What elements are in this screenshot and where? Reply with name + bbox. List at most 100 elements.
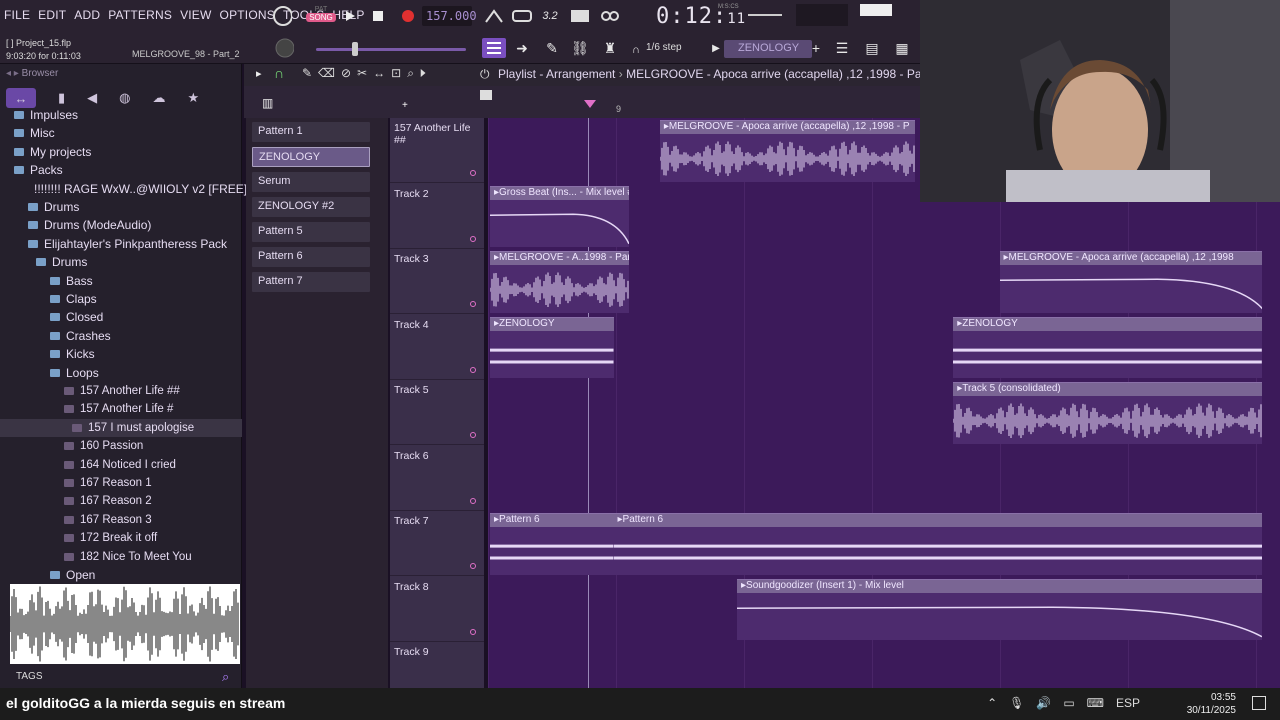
browser-folder-item[interactable]: Drums <box>0 198 242 216</box>
audio-clip[interactable]: ▸Track 5 (consolidated) <box>953 382 1262 444</box>
browser-file-item[interactable]: 182 Nice To Meet You <box>0 548 242 566</box>
volume-icon[interactable]: 🔊 <box>1036 696 1051 710</box>
pattern-picker-item[interactable]: ZENOLOGY <box>252 147 370 167</box>
track-header[interactable]: 157 Another Life ## <box>390 118 484 183</box>
browser-folder-item[interactable]: Packs <box>0 161 242 179</box>
snap-icon[interactable]: ∩ <box>274 65 284 81</box>
track-header[interactable]: Track 5 <box>390 380 484 445</box>
playhead-marker-icon[interactable] <box>584 100 596 108</box>
language-indicator[interactable]: ESP <box>1116 696 1140 710</box>
notifications-icon[interactable] <box>1252 696 1266 710</box>
playlist-grid[interactable]: ▸MELGROOVE - Apoca arrive (accapella) ,1… <box>488 118 1280 688</box>
countdown-icon[interactable]: 3.2 <box>540 6 560 26</box>
auto-clip[interactable]: ▸MELGROOVE - Apoca arrive (accapella) ,1… <box>999 251 1262 313</box>
pat-mode-icon[interactable] <box>480 90 492 100</box>
menu-add[interactable]: ADD <box>74 8 100 22</box>
track-header[interactable]: Track 6 <box>390 446 484 511</box>
tempo-display[interactable]: 157.000 <box>422 6 477 26</box>
typing-keyboard-icon[interactable] <box>570 6 590 26</box>
plugin-icon[interactable]: ◀ <box>87 90 97 106</box>
browser-file-item[interactable]: 172 Break it off <box>0 529 242 547</box>
pattern-clip[interactable]: ▸Pattern 6 <box>490 513 614 575</box>
pattern-picker-item[interactable]: Pattern 7 <box>252 272 370 292</box>
track-enable-icon[interactable] <box>470 628 476 635</box>
browser-folder-item[interactable]: Drums <box>0 253 242 271</box>
search-icon[interactable]: ⌕ <box>222 669 229 685</box>
tags-label[interactable]: TAGS <box>16 671 42 682</box>
chevron-up-icon[interactable]: ⌃ <box>987 696 997 710</box>
browser-folder-item[interactable]: Kicks <box>0 345 242 363</box>
browser-folder-item[interactable]: Elijahtayler's Pinkpantheress Pack <box>0 235 242 253</box>
browser-folder-item[interactable]: Drums (ModeAudio) <box>0 216 242 234</box>
track-enable-icon[interactable] <box>470 366 476 373</box>
mixer-icon[interactable]: ☰ <box>832 38 852 58</box>
piano-icon[interactable]: ▥ <box>262 96 273 110</box>
browser-folder-item[interactable]: !!!!!!!! RAGE WxW..@WIIOLY v2 [FREE] <box>0 180 247 198</box>
playlist-options-icon[interactable]: ▸ <box>256 67 262 80</box>
snap-step-selector[interactable]: 1/6 step <box>646 42 682 53</box>
pattern-clip[interactable]: ▸ZENOLOGY <box>953 316 1262 378</box>
audio-clip[interactable]: ▸MELGROOVE - Apoca arrive (accapella) ,1… <box>659 120 915 182</box>
browser-file-item[interactable]: 157 Another Life # <box>0 400 242 418</box>
menu-patterns[interactable]: PATTERNS <box>108 8 172 22</box>
pattern-picker-item[interactable]: Serum <box>252 172 370 192</box>
track-header[interactable]: Track 3 <box>390 249 484 314</box>
master-pitch-slider[interactable] <box>316 48 466 51</box>
pattern-clip[interactable]: ▸ZENOLOGY <box>490 316 614 378</box>
add-track-icon[interactable]: + <box>402 100 408 111</box>
menu-file[interactable]: FILE <box>4 8 30 22</box>
wait-input-icon[interactable] <box>512 6 532 26</box>
track-header[interactable]: Track 2 <box>390 184 484 249</box>
record-icon[interactable] <box>398 6 418 26</box>
browser-file-item[interactable]: 167 Reason 2 <box>0 492 242 510</box>
menu-options[interactable]: OPTIONS <box>220 8 275 22</box>
auto-clip[interactable]: ▸Soundgoodizer (Insert 1) - Mix level <box>737 578 1262 640</box>
cloud-icon[interactable]: ☁ <box>153 90 166 106</box>
playlist-view-icon[interactable] <box>482 38 506 58</box>
browser-folder-item[interactable]: Open <box>0 566 242 584</box>
browser-folder-item[interactable]: Claps <box>0 290 242 308</box>
stamp-icon[interactable]: ♜ <box>600 38 620 58</box>
pencil-tool-icon[interactable]: ✎ <box>542 38 562 58</box>
browser-folder-item[interactable]: My projects <box>0 143 242 161</box>
system-clock[interactable]: 03:55 30/11/2025 <box>1187 691 1236 717</box>
playlist-tools[interactable]: ✎⌫⊘✂↔⊡⌕⏵ <box>302 66 432 81</box>
browser-file-item[interactable]: 164 Noticed I cried <box>0 456 242 474</box>
globe-icon[interactable]: ◍ <box>119 90 130 106</box>
microphone-icon[interactable]: 🎙 <box>1009 696 1024 710</box>
browser-folder-item[interactable]: Crashes <box>0 327 242 345</box>
arrow-right-icon[interactable]: ➜ <box>512 38 532 58</box>
add-pattern-icon[interactable]: + <box>806 38 826 58</box>
stop-icon[interactable] <box>368 6 388 26</box>
master-volume-knob[interactable] <box>274 38 294 58</box>
auto-clip[interactable]: ▸Gross Beat (Ins... - Mix level #3 <box>490 185 629 247</box>
browser-file-item[interactable]: 157 I must apologise <box>0 418 242 437</box>
browser-file-item[interactable]: 160 Passion <box>0 437 242 455</box>
track-header[interactable]: Track 8 <box>390 577 484 642</box>
track-enable-icon[interactable] <box>470 235 476 242</box>
track-enable-icon[interactable] <box>470 563 476 569</box>
play-pattern-icon[interactable]: ▶ <box>706 38 726 58</box>
track-header[interactable]: Track 4 <box>390 315 484 380</box>
pattern-selector[interactable]: ZENOLOGY <box>724 40 812 58</box>
browser-folder-item[interactable]: Loops <box>0 364 242 382</box>
magnet-icon[interactable]: ∩ <box>626 40 646 60</box>
browser-folder-item[interactable]: Impulses <box>0 106 242 124</box>
piano-roll-icon[interactable]: ▦ <box>892 38 912 58</box>
browser-file-item[interactable]: 167 Reason 1 <box>0 474 242 492</box>
playlist-menu-icon[interactable]: ⏻ <box>480 67 490 82</box>
keyboard-icon[interactable]: ⌨ <box>1087 696 1104 710</box>
browser-folder-item[interactable]: Bass <box>0 272 242 290</box>
pattern-picker-item[interactable]: Pattern 6 <box>252 247 370 267</box>
metronome-icon[interactable] <box>484 6 504 26</box>
browser-folder-item[interactable]: Closed <box>0 308 242 326</box>
menu-edit[interactable]: EDIT <box>38 8 66 22</box>
pattern-clip[interactable]: ▸Pattern 6 <box>613 513 1262 575</box>
pattern-picker-item[interactable]: ZENOLOGY #2 <box>252 197 370 217</box>
pattern-picker-item[interactable]: Pattern 1 <box>252 122 370 142</box>
channel-rack-icon[interactable]: ▤ <box>862 38 882 58</box>
slider-knob[interactable] <box>352 42 358 56</box>
browser-file-item[interactable]: 167 Reason 3 <box>0 511 242 529</box>
link-icon[interactable]: ⛓ <box>570 38 590 58</box>
all-icon[interactable]: ↔ <box>6 88 36 108</box>
